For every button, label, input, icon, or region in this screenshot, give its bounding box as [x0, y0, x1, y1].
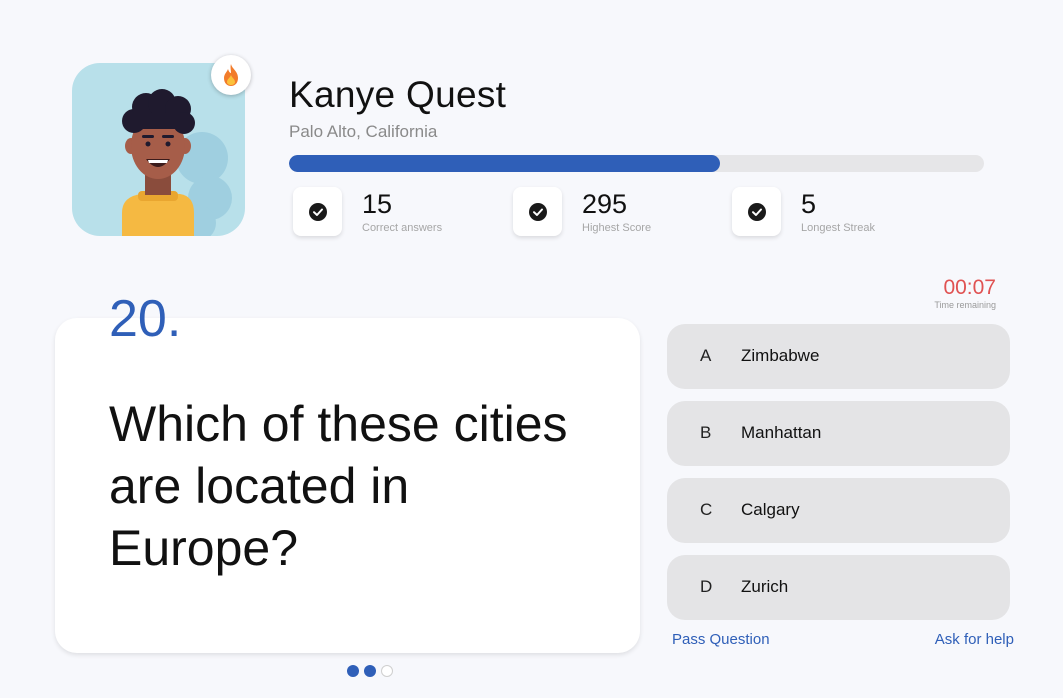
answer-letter: B — [700, 423, 712, 442]
pass-question-link[interactable]: Pass Question — [672, 631, 770, 648]
stat-icon-box — [293, 187, 342, 236]
answer-option-d[interactable]: D Zurich — [667, 555, 1010, 620]
question-number: 20. — [109, 290, 182, 348]
answer-text: Calgary — [741, 500, 800, 519]
pagination-dot[interactable] — [381, 665, 393, 677]
stat-value: 5 — [801, 189, 817, 219]
timer: 00:07 Time remaining — [934, 276, 996, 310]
avatar-container — [72, 55, 251, 236]
profile-location: Palo Alto, California — [289, 122, 438, 141]
answer-option-a[interactable]: A Zimbabwe — [667, 324, 1010, 389]
pagination-dots — [347, 665, 393, 677]
answer-text: Zimbabwe — [741, 346, 820, 365]
answer-text: Zurich — [741, 577, 789, 596]
stat-value: 15 — [362, 189, 393, 219]
timer-label: Time remaining — [934, 300, 996, 310]
stat-icon-box — [732, 187, 781, 236]
answer-letter: A — [700, 346, 712, 365]
pagination-dot[interactable] — [364, 665, 376, 677]
check-circle-icon — [528, 202, 547, 221]
answer-letter: D — [700, 577, 713, 596]
progress-fill — [289, 155, 720, 172]
answer-letter: C — [700, 500, 713, 519]
fire-icon — [224, 64, 238, 86]
stat-label: Highest Score — [582, 222, 652, 234]
check-circle-icon — [747, 202, 766, 221]
stat-icon-box — [513, 187, 562, 236]
stat-label: Correct answers — [362, 222, 443, 234]
fire-badge[interactable] — [211, 55, 251, 95]
pagination-dot[interactable] — [347, 665, 359, 677]
ask-for-help-link[interactable]: Ask for help — [935, 631, 1014, 648]
stat-label: Longest Streak — [801, 222, 875, 234]
profile-name: Kanye Quest — [289, 74, 507, 115]
answer-option-b[interactable]: B Manhattan — [667, 401, 1010, 466]
timer-value: 00:07 — [943, 276, 996, 299]
answer-text: Manhattan — [741, 423, 822, 442]
answer-option-c[interactable]: C Calgary — [667, 478, 1010, 543]
question-text: Which of these cities are located in Eur… — [109, 396, 568, 576]
progress-bar — [289, 155, 984, 172]
stat-value: 295 — [582, 189, 628, 219]
check-circle-icon — [308, 202, 327, 221]
